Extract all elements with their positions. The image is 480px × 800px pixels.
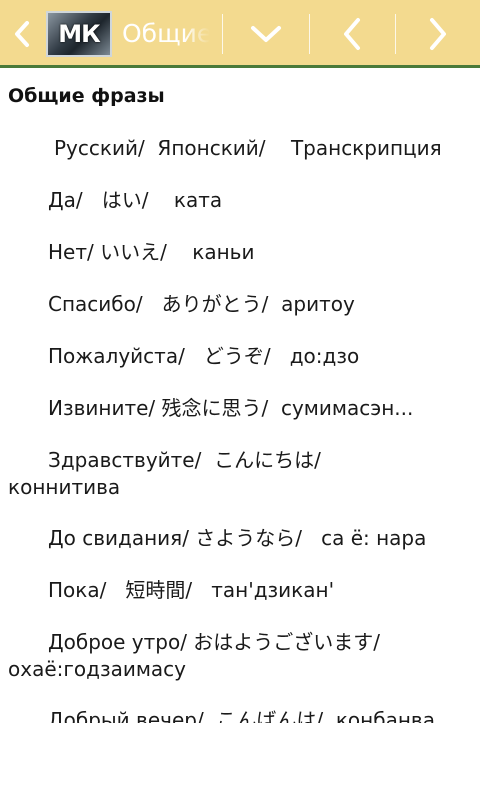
phrase-line: Пока/ 短時間/ тан'дзикан' [48, 578, 335, 602]
phrase-content[interactable]: Общие фразы Русский/ Японский/ Транскрип… [0, 71, 480, 723]
divider [222, 14, 223, 54]
menu-dropdown-button[interactable] [224, 0, 308, 68]
chevron-down-icon [251, 26, 281, 42]
column-header-row: Русский/ Японский/ Транскрипция [54, 136, 442, 160]
phrase-line: Доброе утро/ おはようございます/ [48, 630, 381, 654]
blank-footer [0, 723, 480, 800]
phrase-line: Да/ はい/ ката [48, 188, 223, 212]
phrase-line: До свидания/ さようなら/ са ё: нара [48, 526, 427, 550]
chevron-left-icon [15, 21, 29, 47]
phrase-line: Здравствуйте/ こんにちは/ [48, 448, 321, 472]
section-heading: Общие фразы [8, 85, 165, 107]
phrase-line: Спасибо/ ありがとう/ аритоу [48, 292, 355, 316]
chevron-left-icon [344, 18, 360, 50]
phrase-line: Извините/ 残念に思う/ сумимасэн... [48, 396, 414, 420]
app-title: Общие фразы [122, 19, 210, 48]
phrase-line-wrap: охаё:годзаимасу [8, 657, 187, 681]
phrase-line-wrap: коннитива [8, 475, 121, 499]
logo-text: МК [58, 20, 100, 48]
app-logo: МК [46, 11, 112, 57]
app-bar: МК Общие фразы [0, 0, 480, 68]
chevron-right-icon [430, 18, 446, 50]
phrase-line: Пожалуйста/ どうぞ/ до:дзо [48, 344, 360, 368]
previous-button[interactable] [310, 0, 394, 68]
phrase-line: Нет/ いいえ/ каньи [48, 240, 255, 264]
phrase-line: Добрый вечер/ こんばんは/ конбанва [48, 708, 435, 723]
back-button[interactable] [0, 0, 44, 68]
next-button[interactable] [396, 0, 480, 68]
